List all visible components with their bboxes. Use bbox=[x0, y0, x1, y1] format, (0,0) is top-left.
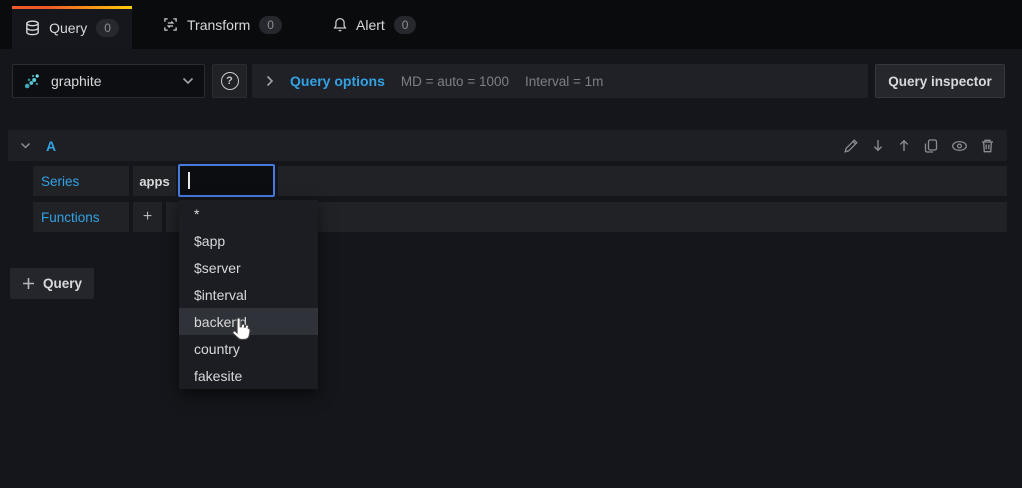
chevron-down-icon bbox=[182, 77, 194, 85]
query-ref-id[interactable]: A bbox=[46, 138, 56, 154]
text-caret bbox=[188, 172, 190, 189]
tab-transform-count-badge: 0 bbox=[259, 16, 282, 34]
move-down-icon[interactable] bbox=[871, 138, 885, 153]
series-segment-apps[interactable]: apps bbox=[133, 166, 176, 196]
chevron-right-icon bbox=[266, 75, 274, 87]
collapse-chevron-icon[interactable] bbox=[20, 142, 31, 150]
functions-label: Functions bbox=[33, 202, 129, 232]
series-autocomplete-dropdown: * $app $server $interval backend country… bbox=[179, 200, 318, 389]
bell-icon bbox=[333, 17, 347, 32]
dropdown-option[interactable]: $app bbox=[179, 227, 318, 254]
query-inspector-label: Query inspector bbox=[888, 74, 992, 89]
add-query-label: Query bbox=[43, 276, 82, 291]
mouse-pointer-icon bbox=[229, 316, 252, 342]
tab-query-label: Query bbox=[49, 20, 87, 36]
add-query-button[interactable]: Query bbox=[10, 268, 94, 299]
tab-alert-count-badge: 0 bbox=[394, 16, 417, 34]
query-options-toggle[interactable]: Query options bbox=[290, 73, 385, 89]
toggle-visibility-icon[interactable] bbox=[951, 139, 968, 153]
query-inspector-button[interactable]: Query inspector bbox=[875, 64, 1005, 98]
transform-icon bbox=[163, 17, 178, 32]
series-label-text[interactable]: Series bbox=[33, 174, 79, 189]
tab-query[interactable]: Query 0 bbox=[12, 6, 132, 49]
graphite-logo-icon bbox=[23, 72, 41, 90]
dropdown-option[interactable]: fakesite bbox=[179, 362, 318, 389]
edit-icon[interactable] bbox=[843, 138, 859, 154]
move-up-icon[interactable] bbox=[897, 138, 911, 153]
tab-alert[interactable]: Alert 0 bbox=[333, 0, 416, 49]
editor-tab-bar: Query 0 Transform 0 Alert 0 bbox=[0, 0, 1022, 49]
add-function-button[interactable]: + bbox=[133, 202, 162, 232]
interval-value: Interval = 1m bbox=[525, 74, 603, 89]
query-row-header[interactable]: A bbox=[8, 130, 1007, 161]
duplicate-icon[interactable] bbox=[923, 138, 939, 154]
dropdown-option[interactable]: $interval bbox=[179, 281, 318, 308]
plus-icon bbox=[22, 277, 35, 290]
series-label: Series bbox=[33, 166, 129, 196]
functions-label-text[interactable]: Functions bbox=[33, 210, 100, 225]
tab-transform-label: Transform bbox=[187, 17, 250, 33]
max-data-points-value: MD = auto = 1000 bbox=[401, 74, 509, 89]
datasource-name: graphite bbox=[51, 73, 102, 89]
database-icon bbox=[25, 20, 40, 36]
delete-icon[interactable] bbox=[980, 138, 995, 154]
help-icon: ? bbox=[221, 72, 239, 90]
tab-transform[interactable]: Transform 0 bbox=[163, 0, 282, 49]
dropdown-option[interactable]: $server bbox=[179, 254, 318, 281]
query-row-actions bbox=[843, 138, 995, 154]
datasource-picker[interactable]: graphite bbox=[12, 64, 205, 98]
tab-alert-label: Alert bbox=[356, 17, 385, 33]
datasource-help-button[interactable]: ? bbox=[212, 64, 247, 98]
tab-query-count-badge: 0 bbox=[96, 19, 119, 37]
series-segment-input[interactable] bbox=[178, 164, 275, 197]
query-options-bar: Query options MD = auto = 1000 Interval … bbox=[252, 64, 868, 98]
series-row-spacer[interactable] bbox=[278, 166, 1007, 196]
dropdown-option[interactable]: * bbox=[179, 200, 318, 227]
